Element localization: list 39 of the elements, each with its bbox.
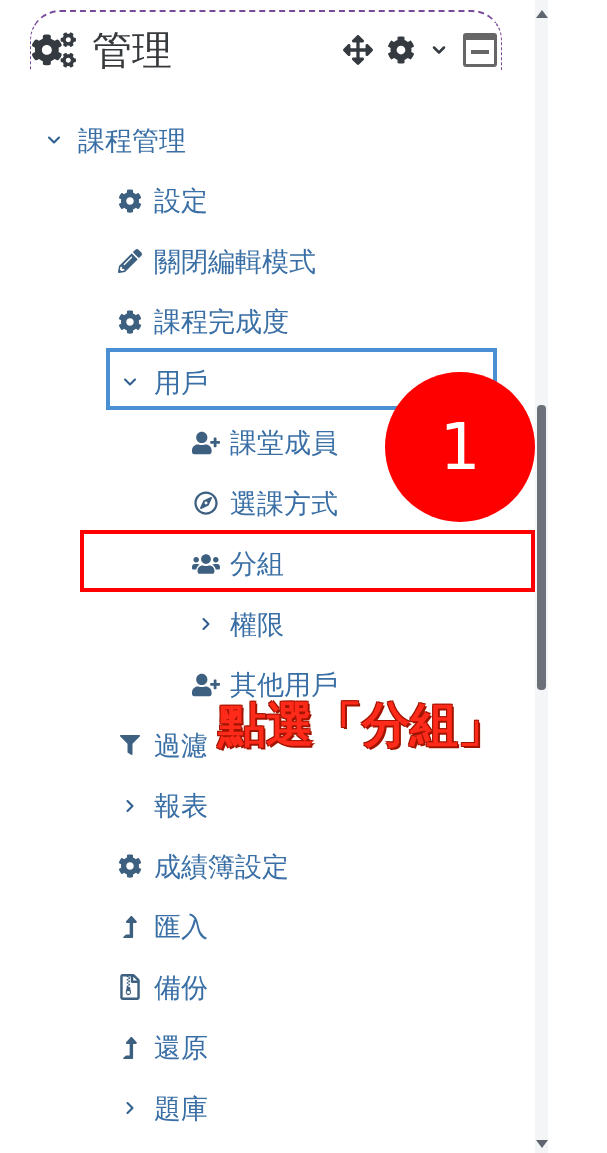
annotation-caption: 點選「分組」 bbox=[218, 700, 506, 748]
menu-link[interactable]: 還原 bbox=[154, 1034, 208, 1062]
up-arrow-icon bbox=[121, 915, 139, 938]
menu-link[interactable]: 成績簿設定 bbox=[154, 852, 289, 880]
scrollbar[interactable] bbox=[535, 0, 548, 1153]
user-plus-icon bbox=[192, 672, 220, 697]
tree-branch[interactable]: 課程管理 bbox=[78, 126, 186, 154]
menu-link[interactable]: 選課方式 bbox=[230, 489, 338, 517]
menu-link[interactable]: 過濾 bbox=[154, 731, 208, 759]
tree-branch[interactable]: 權限 bbox=[230, 610, 284, 638]
menu-link[interactable]: 關閉編輯模式 bbox=[154, 247, 316, 275]
move-icon[interactable] bbox=[343, 35, 373, 65]
file-archive-icon bbox=[119, 974, 141, 1001]
menu-link[interactable]: 匯入 bbox=[154, 913, 208, 941]
scroll-up-icon[interactable] bbox=[536, 10, 548, 18]
scroll-down-icon[interactable] bbox=[536, 1140, 548, 1148]
settings-icon[interactable] bbox=[387, 36, 415, 64]
menu-link[interactable]: 分組 bbox=[230, 550, 284, 578]
menu-link[interactable]: 其他用戶 bbox=[230, 671, 338, 699]
scroll-thumb[interactable] bbox=[537, 405, 546, 690]
menu-link[interactable]: 課堂成員 bbox=[230, 429, 338, 457]
up-arrow-icon bbox=[121, 1036, 139, 1059]
menu-link[interactable]: 設定 bbox=[154, 187, 208, 215]
gears-icon bbox=[32, 30, 76, 70]
compass-icon bbox=[194, 491, 218, 516]
step-badge: 1 bbox=[385, 372, 535, 522]
menu-link[interactable]: 課程完成度 bbox=[154, 308, 289, 336]
gear-icon bbox=[118, 188, 142, 213]
menu-link[interactable]: 備份 bbox=[154, 973, 208, 1001]
user-plus-icon bbox=[192, 430, 220, 455]
gear-icon bbox=[118, 309, 142, 334]
pencil-icon bbox=[118, 249, 142, 274]
minimize-icon[interactable] bbox=[463, 33, 497, 67]
filter-icon bbox=[120, 734, 140, 757]
tree-branch[interactable]: 報表 bbox=[154, 792, 208, 820]
tree-branch[interactable]: 題庫 bbox=[154, 1094, 208, 1122]
gear-icon bbox=[118, 854, 142, 879]
block-title: 管理 bbox=[92, 30, 172, 70]
tree-branch[interactable]: 用戶 bbox=[154, 368, 208, 396]
